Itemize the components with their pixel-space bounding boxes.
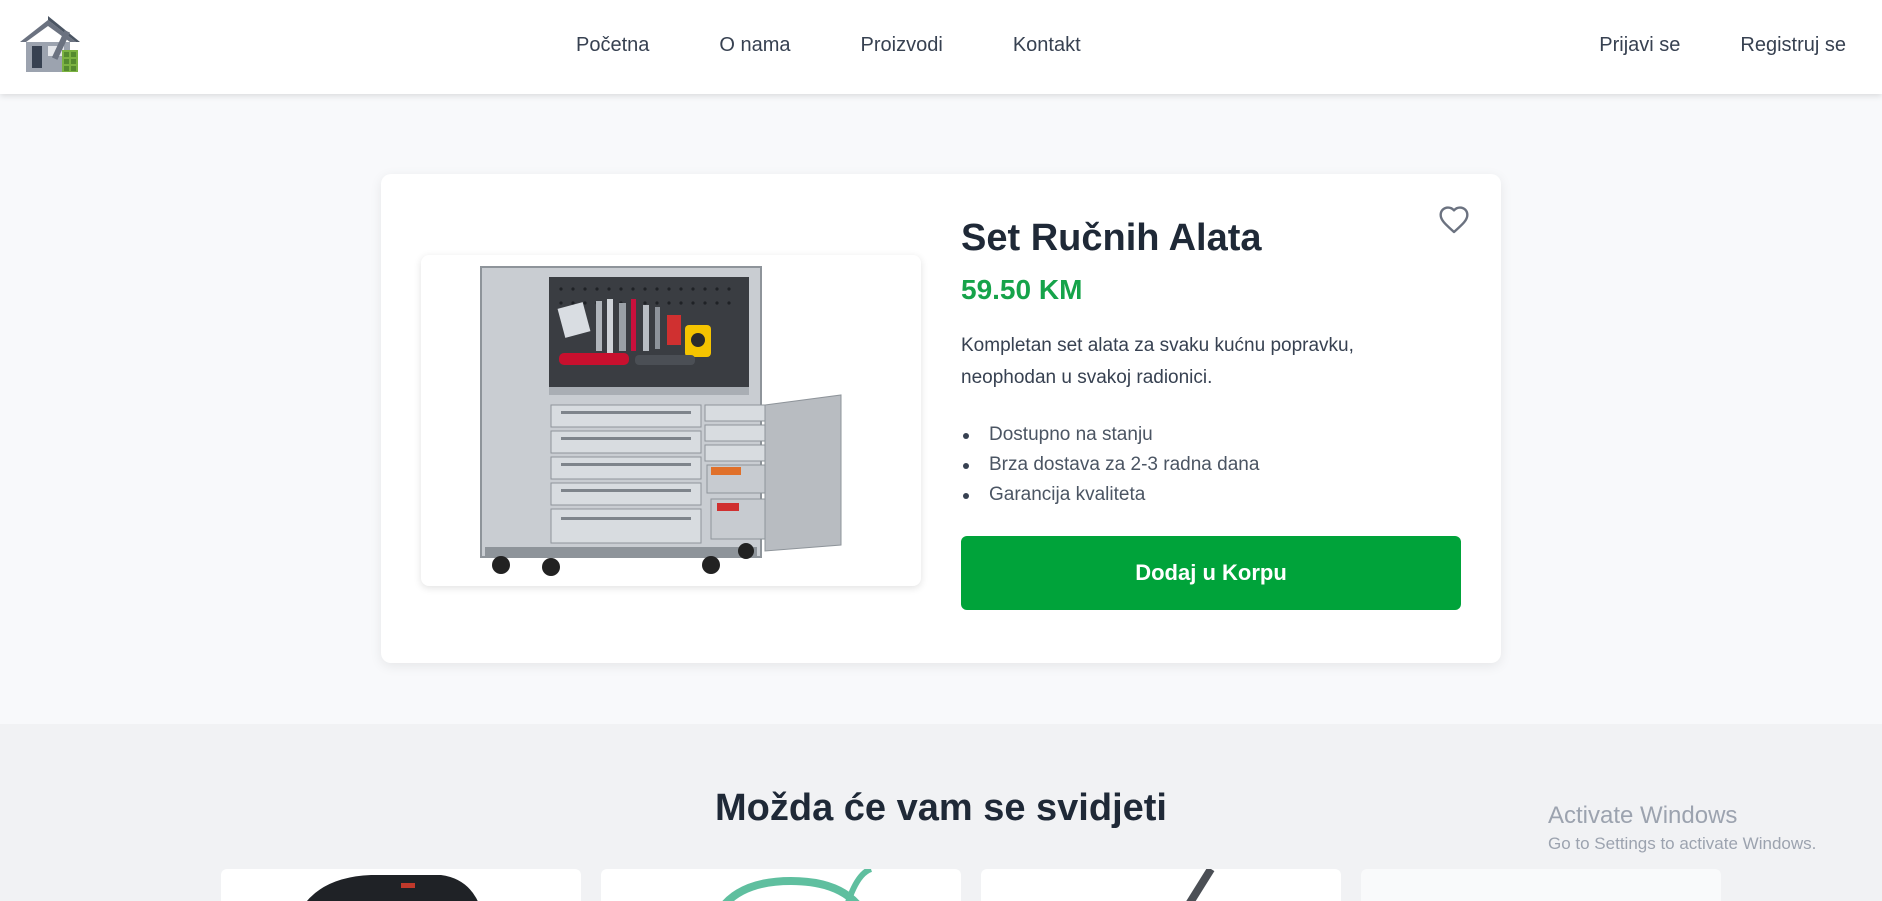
suggestion-card[interactable] [601,869,961,901]
register-link[interactable]: Registruj se [1740,31,1846,59]
product-price: 59.50 KM [961,274,1083,305]
nav-link-about[interactable]: O nama [719,31,790,59]
product-image [421,255,921,586]
house-tools-logo-icon[interactable] [18,16,82,74]
feature-item: Garancija kvaliteta [961,480,1461,510]
add-to-cart-button[interactable]: Dodaj u Korpu [961,536,1461,610]
product-section: Set Ručnih Alata 59.50 KM Kompletan set … [0,94,1882,724]
feature-item: Brza dostava za 2-3 radna dana [961,450,1461,480]
feature-item: Dostupno na stanju [961,420,1461,450]
nav-link-home[interactable]: Početna [576,31,649,59]
heart-icon [1439,206,1469,234]
product-info: Set Ručnih Alata 59.50 KM Kompletan set … [961,214,1461,610]
product-title: Set Ručnih Alata [961,217,1262,259]
nav-link-products[interactable]: Proizvodi [861,31,943,59]
suggestion-card[interactable] [1361,869,1721,901]
product-card: Set Ručnih Alata 59.50 KM Kompletan set … [381,174,1501,663]
watermark-title: Activate Windows [1548,802,1738,829]
product-description: Kompletan set alata za svaku kućnu popra… [961,335,1354,388]
suggestion-card[interactable] [981,869,1341,901]
navbar: Početna O nama Proizvodi Kontakt Prijavi… [0,0,1882,94]
favorite-button[interactable] [1437,204,1471,236]
nav-link-contact[interactable]: Kontakt [1013,31,1081,59]
auth-links: Prijavi se Registruj se [1599,31,1846,59]
product-features: Dostupno na stanju Brza dostava za 2-3 r… [961,420,1461,510]
activate-windows-watermark: Activate Windows Go to Settings to activ… [1548,800,1816,856]
watermark-subtitle: Go to Settings to activate Windows. [1548,834,1817,853]
tool-cabinet-image-icon [480,266,842,576]
main-nav: Početna O nama Proizvodi Kontakt [576,31,1081,59]
login-link[interactable]: Prijavi se [1599,31,1680,59]
suggestion-card[interactable] [221,869,581,901]
